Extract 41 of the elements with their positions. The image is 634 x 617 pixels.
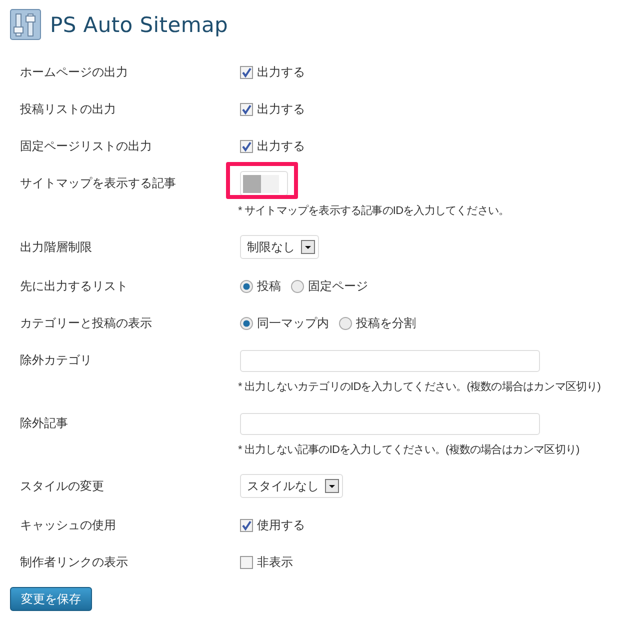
radio-label: 投稿を分割 (356, 315, 416, 332)
field-label: カテゴリーと投稿の表示 (20, 315, 153, 332)
field-label: ホームページの出力 (20, 64, 129, 81)
page-title: PS Auto Sitemap (50, 12, 228, 36)
checkbox-label: 使用する (257, 517, 305, 534)
field-label: サイトマップを表示する記事 (20, 175, 177, 192)
field-hint: * 出力しない記事のIDを入力してください。(複数の場合はカンマ区切り) (238, 443, 580, 458)
dropdown[interactable]: 制限なし (240, 235, 319, 259)
text-field[interactable] (240, 413, 540, 435)
radio-button[interactable] (291, 280, 304, 293)
checkbox[interactable] (240, 103, 253, 116)
checkbox[interactable] (240, 66, 253, 79)
save-button[interactable]: 変更を保存 (10, 587, 92, 611)
field-label: キャッシュの使用 (20, 517, 117, 534)
field-label: 投稿リストの出力 (20, 101, 117, 118)
radio-label: 同一マップ内 (257, 315, 329, 332)
text-field[interactable] (240, 171, 288, 196)
radio-button[interactable] (240, 280, 253, 293)
field-label: 先に出力するリスト (20, 278, 129, 295)
field-label: 固定ページリストの出力 (20, 138, 153, 155)
field-hint: * サイトマップを表示する記事のIDを入力してください。 (238, 204, 510, 219)
field-label: 制作者リンクの表示 (20, 554, 129, 571)
checkbox-label: 出力する (257, 101, 305, 118)
checkbox[interactable] (240, 556, 253, 569)
field-label: 出力階層制限 (20, 239, 93, 256)
checkbox-label: 出力する (257, 64, 305, 81)
field-label: 除外記事 (20, 415, 69, 432)
radio-label: 固定ページ (308, 278, 368, 295)
radio-button[interactable] (240, 317, 253, 330)
checkbox[interactable] (240, 519, 253, 532)
radio-button[interactable] (339, 317, 352, 330)
checkbox[interactable] (240, 140, 253, 153)
checkbox-label: 出力する (257, 138, 305, 155)
dropdown[interactable]: スタイルなし (240, 474, 343, 498)
radio-label: 投稿 (257, 278, 281, 295)
field-hint: * 出力しないカテゴリのIDを入力してください。(複数の場合はカンマ区切り) (238, 380, 600, 395)
field-label: スタイルの変更 (20, 478, 105, 495)
checkbox-label: 非表示 (257, 554, 293, 571)
sliders-icon (10, 9, 41, 40)
text-field[interactable] (240, 350, 540, 372)
field-label: 除外カテゴリ (20, 352, 93, 369)
